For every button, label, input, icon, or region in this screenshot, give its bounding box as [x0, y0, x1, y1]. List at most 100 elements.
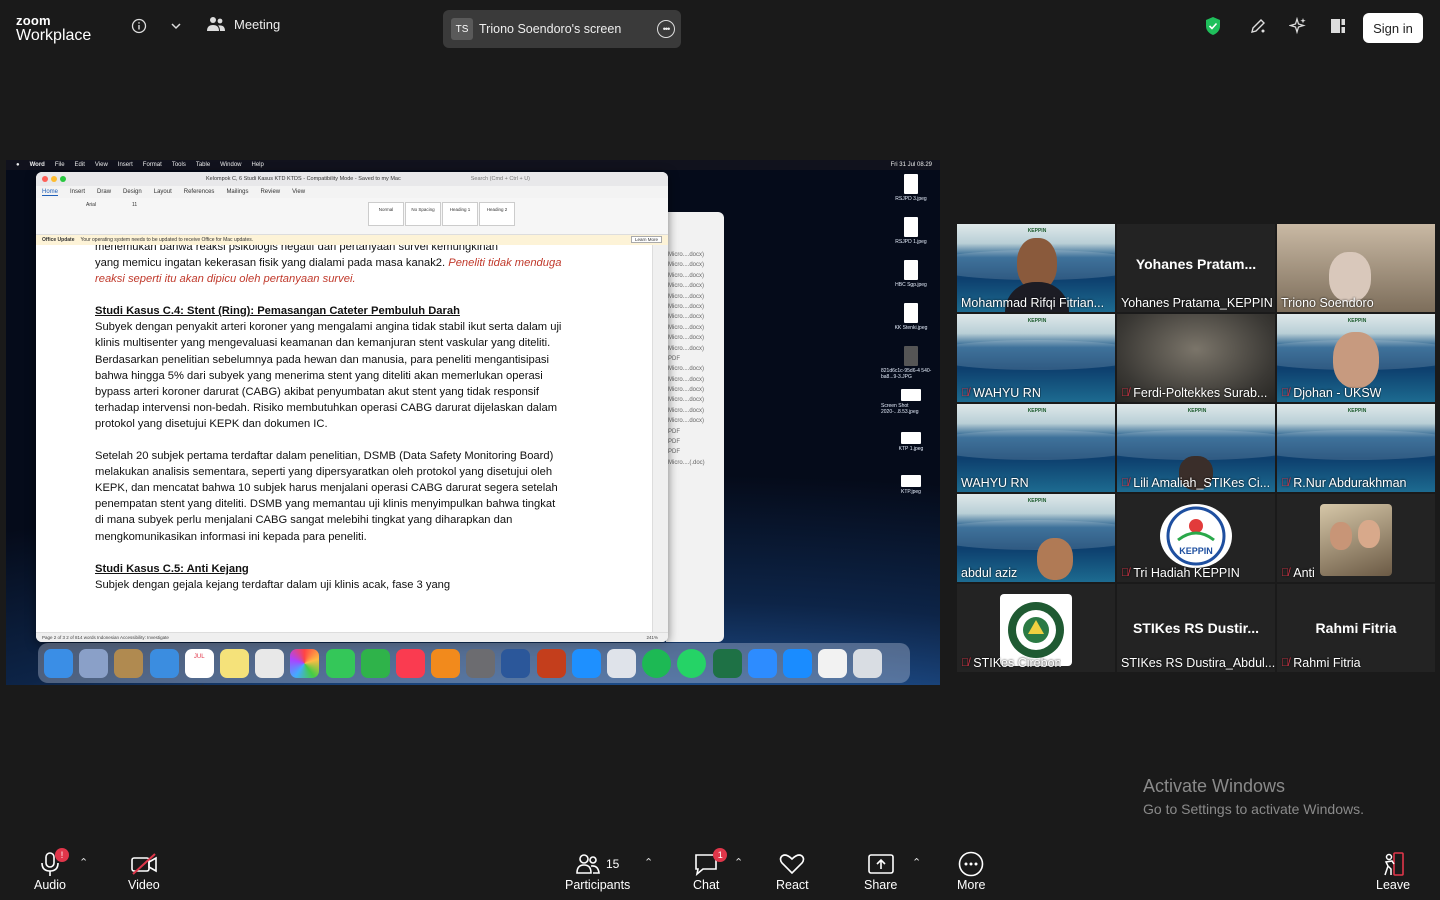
participant-tile[interactable]: 🎙̸ STIKes Cirebon [957, 584, 1115, 672]
more-label: More [957, 878, 986, 892]
keppin-logo: KEPPIN [1187, 408, 1207, 414]
participant-video [1037, 538, 1073, 580]
info-icon[interactable] [129, 16, 149, 36]
finder-window: Micro....docx) Micro....docx) Micro....d… [666, 212, 724, 642]
chat-button[interactable]: 1 Chat [693, 848, 728, 892]
share-screen-icon [867, 850, 895, 878]
office-update-notice: Office Update Your operating system need… [36, 235, 668, 245]
notice-label: Office Update [42, 237, 75, 243]
participant-photo [1320, 504, 1392, 576]
muted-mic-icon: 🎙̸ [1281, 477, 1290, 489]
chat-label: Chat [693, 878, 720, 892]
participant-tile[interactable]: KEPPIN abdul aziz [957, 494, 1115, 582]
style-no-spacing: No Spacing [405, 202, 441, 226]
word-tab-review: Review [260, 189, 281, 195]
meeting-controls-bar: ! Audio ⌃ Video 15 Participants ⌃ 1 Chat… [0, 842, 1440, 900]
audio-warning-badge: ! [54, 848, 69, 862]
audio-button[interactable]: ! Audio [34, 848, 69, 892]
settings-dock-icon [466, 648, 496, 678]
muted-mic-icon: 🎙̸ [1281, 567, 1290, 579]
document-page: menemukan bahwa reaksi psikologis negati… [95, 245, 565, 609]
participant-tile[interactable]: Rahmi Fitria 🎙̸ Rahmi Fitria [1277, 584, 1435, 672]
share-options-caret-icon[interactable]: ⌃ [912, 856, 921, 869]
participant-name: 🎙̸ Lili Amaliah_STIKes Ci... [1121, 476, 1271, 490]
doc-paragraph-4: Subjek dengan gejala kejang terdaftar da… [95, 578, 451, 591]
participants-button[interactable]: 15 Participants [565, 850, 630, 892]
leave-button[interactable]: Leave [1376, 850, 1410, 892]
participant-tile[interactable]: STIKes RS Dustir... STIKes RS Dustira_Ab… [1117, 584, 1275, 672]
word-window: Kelompok C, 6 Studi Kasus KTD KTDS - Com… [36, 172, 668, 642]
chevron-down-icon[interactable] [166, 16, 186, 36]
participant-name: Triono Soendoro [1281, 296, 1374, 310]
doc-paragraph-3: Setelah 20 subjek pertama terdaftar dala… [95, 450, 558, 543]
muted-mic-icon: 🎙̸ [1121, 387, 1130, 399]
audio-options-caret-icon[interactable]: ⌃ [79, 856, 88, 869]
finder-item: Micro....docx) [668, 345, 705, 352]
annotate-pen-icon[interactable] [1248, 16, 1268, 36]
participant-tile[interactable]: KEPPIN 🎙̸ Tri Hadiah KEPPIN [1117, 494, 1275, 582]
muted-mic-icon: 🎙̸ [961, 387, 970, 399]
powerpoint-dock-icon [536, 648, 566, 678]
leave-icon [1380, 850, 1406, 878]
keppin-logo: KEPPIN [1347, 408, 1367, 414]
participant-name: abdul aziz [961, 566, 1018, 580]
participant-tile[interactable]: Triono Soendoro [1277, 224, 1435, 312]
finder-item: Micro....docx) [668, 387, 705, 394]
layout-view-icon[interactable] [1328, 16, 1348, 36]
participant-tile[interactable]: 🎙̸ Ferdi-Poltekkes Surab... [1117, 314, 1275, 402]
muted-mic-icon: 🎙̸ [1281, 657, 1290, 669]
participant-display-name: Yohanes Pratam... [1135, 256, 1257, 272]
participant-name: 🎙̸ Rahmi Fitria [1281, 656, 1361, 670]
participant-display-name: STIKes RS Dustir... [1132, 620, 1260, 636]
react-button[interactable]: React [776, 850, 809, 892]
finder-item: Micro....docx) [668, 376, 705, 383]
top-bar: zoom Workplace Meeting TS Triono Soendor… [0, 0, 1440, 52]
mac-menu-5: Format [142, 162, 162, 168]
participants-label: Participants [565, 878, 631, 892]
word-tab-draw: Draw [97, 189, 112, 195]
video-button[interactable]: Video [128, 850, 160, 892]
minimize-dot-icon [51, 176, 57, 182]
sign-in-button[interactable]: Sign in [1363, 13, 1423, 43]
heart-icon [779, 850, 805, 878]
watermark-line-2: Go to Settings to activate Windows. [1143, 801, 1364, 817]
desktop-file: KK Stenki.jpeg [881, 303, 940, 346]
participant-name: 🎙̸ Tri Hadiah KEPPIN [1121, 566, 1240, 580]
participant-tile[interactable]: 🎙̸ Anti [1277, 494, 1435, 582]
participant-tile[interactable]: KEPPIN 🎙̸ Lili Amaliah_STIKes Ci... [1117, 404, 1275, 492]
view-options-pill[interactable]: TS Triono Soendoro's screen ••• [443, 10, 681, 48]
more-button[interactable]: More [957, 850, 985, 892]
participant-tile[interactable]: Yohanes Pratam... Yohanes Pratama_KEPPIN [1117, 224, 1275, 312]
participant-name: Mohammad Rifqi Fitrian... [961, 296, 1105, 310]
muted-mic-icon: 🎙̸ [961, 657, 970, 669]
participant-tile[interactable]: KEPPIN 🎙̸ R.Nur Abdurakhman [1277, 404, 1435, 492]
mac-menu-7: Table [195, 162, 211, 168]
more-options-icon[interactable]: ••• [657, 20, 675, 38]
mac-menu-9: Help [251, 162, 264, 168]
finder-item: Micro....docx) [668, 252, 705, 258]
messages-dock-icon [325, 648, 355, 678]
ai-companion-sparkle-icon[interactable] [1288, 16, 1308, 36]
participant-tile[interactable]: KEPPIN 🎙̸ Djohan - UKSW [1277, 314, 1435, 402]
keppin-logo: KEPPIN [1347, 318, 1367, 324]
chat-options-caret-icon[interactable]: ⌃ [734, 856, 743, 869]
participant-tile[interactable]: KEPPIN 🎙̸ WAHYU RN [957, 314, 1115, 402]
activate-windows-watermark: Activate Windows Go to Settings to activ… [1143, 776, 1364, 817]
participant-tile[interactable]: KEPPIN Mohammad Rifqi Fitrian... [957, 224, 1115, 312]
more-dots-icon [958, 850, 984, 878]
participant-tile[interactable]: KEPPIN WAHYU RN [957, 404, 1115, 492]
excel-dock-icon [712, 648, 742, 678]
mac-menu-3: View [94, 162, 108, 168]
launchpad-dock-icon [79, 648, 109, 678]
notes-dock-icon [219, 648, 249, 678]
meeting-button[interactable]: Meeting [206, 16, 280, 32]
participant-display-name: Rahmi Fitria [1315, 620, 1397, 636]
style-heading-1: Heading 1 [442, 202, 478, 226]
share-button[interactable]: Share [864, 850, 897, 892]
security-shield-icon[interactable] [1203, 16, 1223, 36]
keppin-logo: KEPPIN [1027, 498, 1047, 504]
participants-options-caret-icon[interactable]: ⌃ [644, 856, 653, 869]
books-dock-icon [431, 648, 461, 678]
participant-video [1333, 332, 1379, 388]
people-icon [207, 17, 225, 31]
